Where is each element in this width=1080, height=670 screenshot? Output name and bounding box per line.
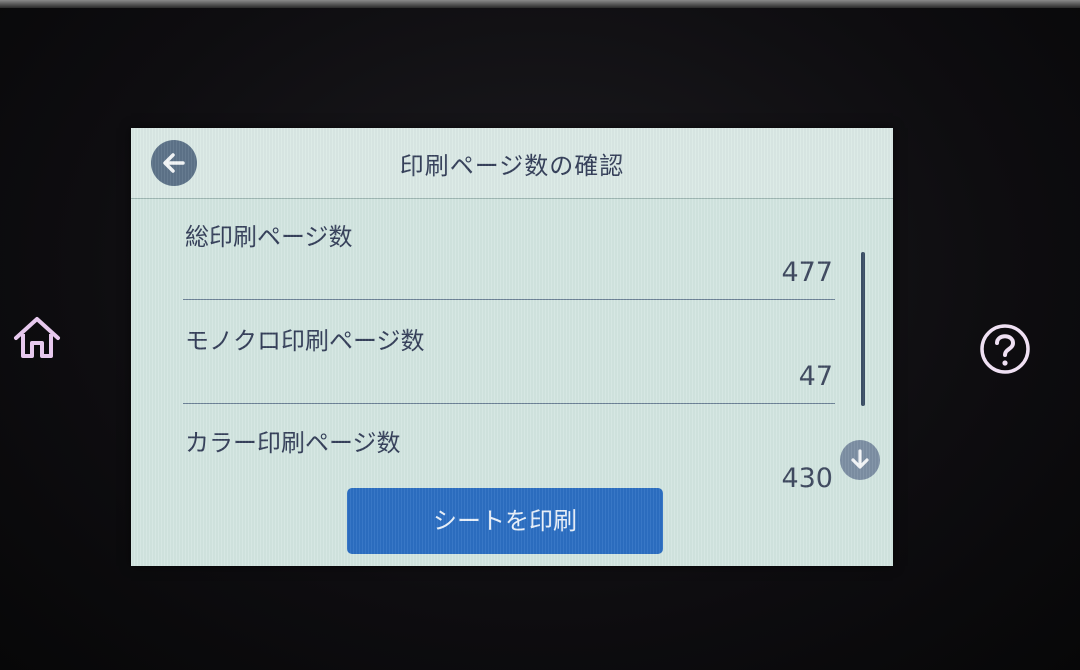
lcd-screen: 印刷ページ数の確認 総印刷ページ数 477 モノクロ印刷ページ数 47 カラー印… [131, 128, 893, 566]
monochrome-pages-value: 47 [798, 361, 833, 392]
total-pages-value: 477 [781, 257, 833, 288]
home-button[interactable] [8, 308, 66, 366]
monochrome-pages-label: モノクロ印刷ページ数 [185, 327, 425, 355]
page-title: 印刷ページ数の確認 [399, 152, 625, 180]
question-mark-icon [980, 324, 1030, 374]
scrollbar[interactable] [861, 252, 865, 406]
scroll-down-button[interactable] [840, 440, 880, 480]
list-item-total: 総印刷ページ数 477 [183, 199, 835, 300]
total-pages-label: 総印刷ページ数 [185, 223, 353, 251]
arrow-down-icon [851, 449, 869, 469]
title-bar: 印刷ページ数の確認 [131, 128, 893, 199]
list-item-monochrome: モノクロ印刷ページ数 47 [183, 303, 835, 404]
print-sheet-button[interactable]: シートを印刷 [347, 488, 663, 554]
home-icon [14, 317, 60, 358]
color-pages-value: 430 [781, 463, 833, 494]
device-bezel-top [0, 0, 1080, 8]
printer-panel: 印刷ページ数の確認 総印刷ページ数 477 モノクロ印刷ページ数 47 カラー印… [0, 0, 1080, 670]
help-button[interactable] [978, 322, 1032, 376]
color-pages-label: カラー印刷ページ数 [185, 429, 401, 457]
